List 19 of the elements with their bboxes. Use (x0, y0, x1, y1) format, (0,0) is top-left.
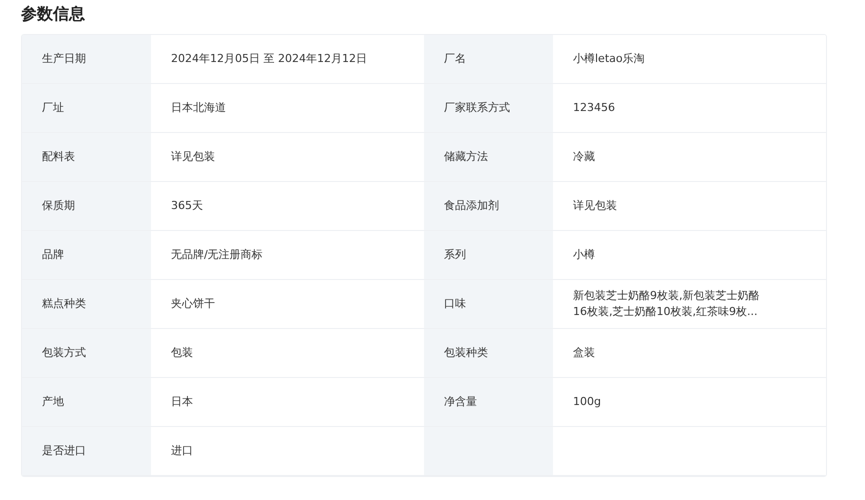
value-cell: 小樽letao乐淘 (553, 35, 826, 84)
label-cell: 口味 (424, 280, 553, 329)
label-cell: 包装方式 (22, 329, 151, 378)
section-title: 参数信息 (21, 4, 86, 24)
label-cell: 厂名 (424, 35, 553, 84)
label-cell: 保质期 (22, 182, 151, 231)
label-cell: 产地 (22, 378, 151, 427)
label-cell: 糕点种类 (22, 280, 151, 329)
label-cell: 储藏方法 (424, 133, 553, 182)
label-cell: 是否进口 (22, 427, 151, 476)
label-cell: 净含量 (424, 378, 553, 427)
label-cell: 生产日期 (22, 35, 151, 84)
label-cell: 食品添加剂 (424, 182, 553, 231)
label-cell: 厂址 (22, 84, 151, 133)
label-cell: 厂家联系方式 (424, 84, 553, 133)
label-cell: 系列 (424, 231, 553, 280)
label-cell: 配料表 (22, 133, 151, 182)
label-cell: 品牌 (22, 231, 151, 280)
label-cell: 包装种类 (424, 329, 553, 378)
